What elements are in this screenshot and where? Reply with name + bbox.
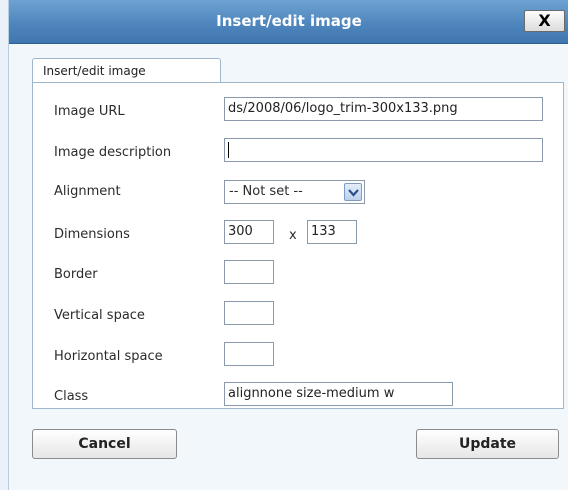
insert-edit-image-dialog: Insert/edit image X Insert/edit image Im…	[8, 0, 568, 490]
image-url-field[interactable]: ds/2008/06/logo_trim-300x133.png	[224, 97, 543, 121]
image-description-field[interactable]	[224, 138, 543, 162]
alignment-select[interactable]: -- Not set --	[224, 180, 365, 204]
chevron-down-icon[interactable]	[344, 183, 362, 201]
form-panel: Image URL ds/2008/06/logo_trim-300x133.p…	[32, 82, 564, 409]
image-url-label: Image URL	[54, 104, 125, 119]
height-field[interactable]: 133	[307, 220, 357, 244]
dialog-title: Insert/edit image	[216, 12, 362, 30]
close-button[interactable]: X	[524, 10, 565, 32]
horizontal-space-field[interactable]	[224, 342, 274, 366]
cancel-button[interactable]: Cancel	[32, 429, 177, 459]
text-caret	[228, 141, 229, 158]
alignment-selected-value: -- Not set --	[229, 184, 303, 199]
dimension-separator: x	[289, 228, 297, 243]
class-field[interactable]: alignnone size-medium w	[224, 382, 453, 406]
vertical-space-field[interactable]	[224, 301, 274, 325]
class-label: Class	[54, 389, 89, 404]
alignment-label: Alignment	[54, 184, 121, 199]
dialog-titlebar[interactable]: Insert/edit image X	[9, 0, 568, 44]
vertical-space-label: Vertical space	[54, 308, 145, 323]
close-icon: X	[538, 11, 551, 30]
tab-insert-edit-image[interactable]: Insert/edit image	[32, 58, 221, 83]
horizontal-space-label: Horizontal space	[54, 349, 163, 364]
update-button[interactable]: Update	[416, 429, 559, 459]
border-field[interactable]	[224, 260, 274, 284]
border-label: Border	[54, 267, 98, 282]
width-field[interactable]: 300	[224, 220, 274, 244]
image-description-label: Image description	[54, 145, 172, 160]
dimensions-label: Dimensions	[54, 227, 130, 242]
